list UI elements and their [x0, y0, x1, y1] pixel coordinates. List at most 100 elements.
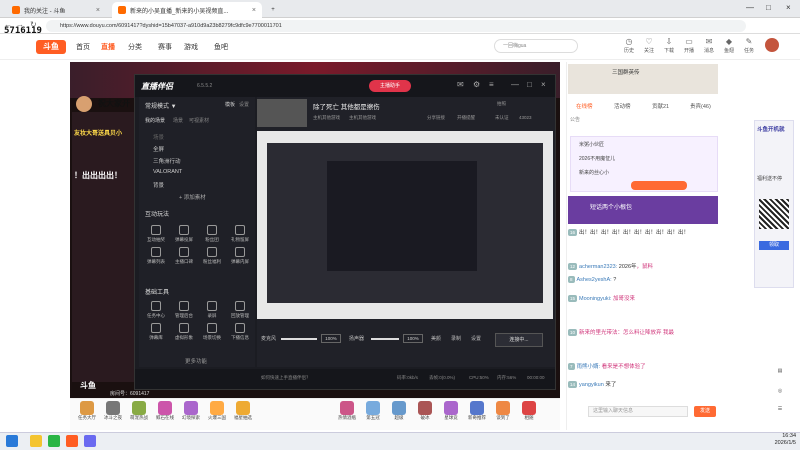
close-window-icon[interactable]: × [786, 3, 791, 12]
scene-item[interactable]: 场景 [153, 133, 164, 141]
scene-tab[interactable]: 场景 [173, 117, 183, 124]
speaker-slider[interactable] [371, 338, 399, 340]
stream-title[interactable]: 除了死亡 其他都是擦伤 [313, 101, 380, 111]
companion-window[interactable]: 直播伴侣 6.5.5.2 主播助手 ✉ ⚙ ≡ — □ × 常规模式 ▼ 模板 … [134, 74, 556, 390]
gift-item[interactable]: 破冰 [414, 401, 436, 421]
start-live-button[interactable]: 连接中... [495, 333, 543, 347]
visual-source-tab[interactable]: 可视素材 [189, 117, 209, 124]
close-icon[interactable]: × [541, 80, 546, 89]
reputation-tool[interactable]: 主播口碑 [175, 247, 193, 265]
fan-club-tool[interactable]: 粉丝团 [203, 225, 221, 243]
gift-item[interactable]: 第五冠 [362, 401, 384, 421]
gift-item[interactable]: 谈到了 [492, 401, 514, 421]
tab-template[interactable]: 模板 [225, 101, 235, 108]
header-broadcast[interactable]: ▭ 开播 [680, 37, 698, 54]
minimize-icon[interactable]: — [511, 80, 519, 89]
chat-input[interactable]: 这里输入聊天信息 [588, 406, 688, 417]
tab-vip[interactable]: 贵宾(46) [690, 102, 711, 110]
header-follow[interactable]: ♡ 关注 [640, 37, 658, 54]
gift-item[interactable]: 福星抽选 [232, 401, 254, 421]
gift-item[interactable]: 超级 [388, 401, 410, 421]
chat-user[interactable]: acherman2323: [579, 264, 617, 270]
live-remind[interactable]: 开播提醒 [457, 115, 475, 121]
scene-switch-tool[interactable]: 场景切换 [203, 323, 221, 341]
stream-category[interactable]: 主机其他游戏 [313, 115, 340, 121]
start-icon[interactable] [6, 435, 18, 447]
side-tool-2[interactable]: ◎ [770, 388, 790, 394]
gift-screen-tool[interactable]: 礼物留屏 [231, 225, 249, 243]
new-tab-button[interactable]: + [266, 2, 280, 18]
stream-subcategory[interactable]: 主机其他游戏 [349, 115, 376, 121]
help-link[interactable]: 如何快速上手直播伴侣？ [261, 375, 311, 381]
chat-user[interactable]: 雨熊小婿: [577, 364, 601, 370]
record-button[interactable]: 录制 [451, 335, 461, 342]
add-source-button[interactable]: + 添加素材 [179, 193, 206, 201]
gift-item[interactable]: 相随 [518, 401, 540, 421]
side-ad-card[interactable]: 斗鱼开机就 福利送不停 领取 [754, 120, 794, 288]
nav-live[interactable]: 直播 [101, 42, 115, 52]
share-link[interactable]: 分享链接 [427, 115, 445, 121]
header-fin[interactable]: ◆ 鱼翅 [720, 37, 738, 54]
url-input[interactable]: https://www.douyu.com/6091417?dyshid=15b… [46, 20, 746, 32]
gift-item[interactable]: 任务大厅 [76, 401, 98, 421]
more-tools-link[interactable]: 更多功能 [185, 357, 207, 365]
gear-icon[interactable]: ⚙ [473, 80, 480, 89]
gift-item[interactable]: 萌宠热战 [128, 401, 150, 421]
assistant-button[interactable]: 主播助手 [369, 80, 411, 92]
search-input[interactable]: 一回嗨gua [494, 39, 578, 53]
ad-card-button[interactable]: 领取 [759, 241, 789, 250]
settings-button[interactable]: 设置 [471, 335, 481, 342]
douyu-icon[interactable] [66, 435, 78, 447]
fan-welfare-tool[interactable]: 粉丝福利 [203, 247, 221, 265]
explorer-icon[interactable] [30, 435, 42, 447]
speaker-volume[interactable]: 100% [403, 334, 423, 343]
beauty-button[interactable]: 美颜 [431, 335, 441, 342]
gift-item[interactable]: 冰斗之夜 [102, 401, 124, 421]
tab-stream[interactable]: 新来的小吴直播_新来的小吴视频直... × [112, 2, 262, 18]
danmaku-lib-tool[interactable]: 弹幕库 [147, 323, 165, 341]
tab-follow[interactable]: 我的关注 - 斗鱼 × [6, 2, 106, 18]
scene-mode-select[interactable]: 常规模式 ▼ [145, 101, 177, 110]
scene-item[interactable]: 背景 [153, 181, 164, 189]
site-logo[interactable]: 斗鱼 [36, 40, 66, 54]
side-tool-1[interactable]: ▤ [770, 368, 790, 374]
tab-online-rank[interactable]: 在线榜 [576, 102, 593, 110]
chat-user[interactable]: yangyikun [579, 382, 604, 388]
message-icon[interactable]: ✉ [457, 80, 464, 89]
gift-item[interactable]: 新奇推荐 [466, 401, 488, 421]
speaker-label[interactable]: 扬声器 [349, 335, 364, 342]
maximize-icon[interactable]: □ [766, 3, 771, 12]
rank-button[interactable] [631, 181, 687, 190]
side-tool-3[interactable]: ☰ [770, 406, 790, 412]
send-button[interactable]: 发送 [694, 406, 716, 417]
offline-info-tool[interactable]: 下播信息 [231, 323, 249, 341]
gift-item[interactable]: 星球竞 [440, 401, 462, 421]
header-history[interactable]: ◷ 历史 [620, 37, 638, 54]
mic-slider[interactable] [281, 338, 317, 340]
scene-item[interactable]: 三角洲行动 [153, 157, 181, 165]
scene-item[interactable]: VALORANT [153, 169, 182, 175]
ad-banner[interactable]: 三国群英传 [568, 64, 718, 94]
menu-icon[interactable]: ≡ [489, 80, 494, 89]
nav-category[interactable]: 分类 [128, 42, 142, 52]
user-avatar[interactable] [765, 38, 779, 52]
danmaku-cast-tool[interactable]: 弹幕投屏 [175, 225, 193, 243]
tab-activity-rank[interactable]: 活动榜 [614, 102, 631, 110]
streamer-avatar[interactable] [76, 96, 92, 112]
header-tasks[interactable]: ✎ 任务 [740, 37, 758, 54]
mic-volume[interactable]: 100% [321, 334, 341, 343]
preview-screen[interactable] [257, 131, 553, 319]
danmaku-inner-tool[interactable]: 弹幕内屏 [231, 247, 249, 265]
close-icon[interactable]: × [252, 7, 256, 14]
gift-item[interactable]: 火爆三国 [206, 401, 228, 421]
wechat-icon[interactable] [48, 435, 60, 447]
browser-icon[interactable] [84, 435, 96, 447]
chat-user[interactable]: Ashes2yeshA: [577, 277, 612, 283]
close-icon[interactable]: × [96, 7, 100, 14]
nav-home[interactable]: 首页 [76, 42, 90, 52]
tab-contribution[interactable]: 贡献21 [652, 102, 669, 110]
stream-cover-thumbnail[interactable] [257, 99, 307, 127]
gift-item[interactable]: 鲸石在线 [154, 401, 176, 421]
gift-item[interactable]: 热情酒瓶 [336, 401, 358, 421]
rank-row[interactable]: 新来的丝心小 [579, 169, 609, 176]
